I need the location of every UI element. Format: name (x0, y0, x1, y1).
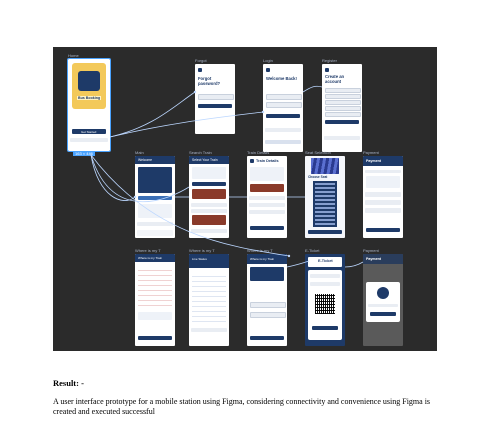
wire-endpoint (261, 110, 265, 114)
wire-home-search (90, 154, 190, 203)
figma-canvas[interactable]: Home Bus Booking Get Started 163 × 446 F… (53, 47, 437, 351)
result-heading: Result: - (53, 378, 84, 388)
wire-endpoint (287, 254, 291, 258)
wire-home-where (90, 154, 290, 257)
wire-where-ticket (286, 260, 310, 268)
wire-home-login (109, 111, 264, 138)
wire-login-register (302, 85, 323, 93)
wire-endpoint (193, 90, 197, 94)
wire-home-forgot (109, 91, 196, 138)
wire-home-main (90, 154, 136, 201)
prototype-connections (90, 85, 364, 268)
wire-ticket-payment (344, 261, 364, 268)
wire-endpoint (133, 195, 137, 199)
result-text: A user interface prototype for a mobile … (53, 397, 431, 416)
